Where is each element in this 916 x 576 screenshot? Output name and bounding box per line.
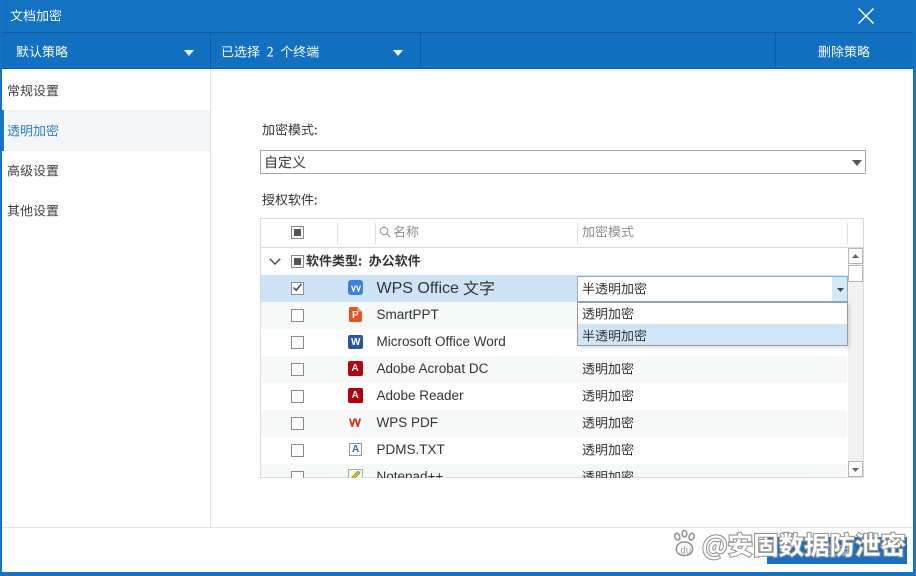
svg-text:du: du [680,545,691,556]
